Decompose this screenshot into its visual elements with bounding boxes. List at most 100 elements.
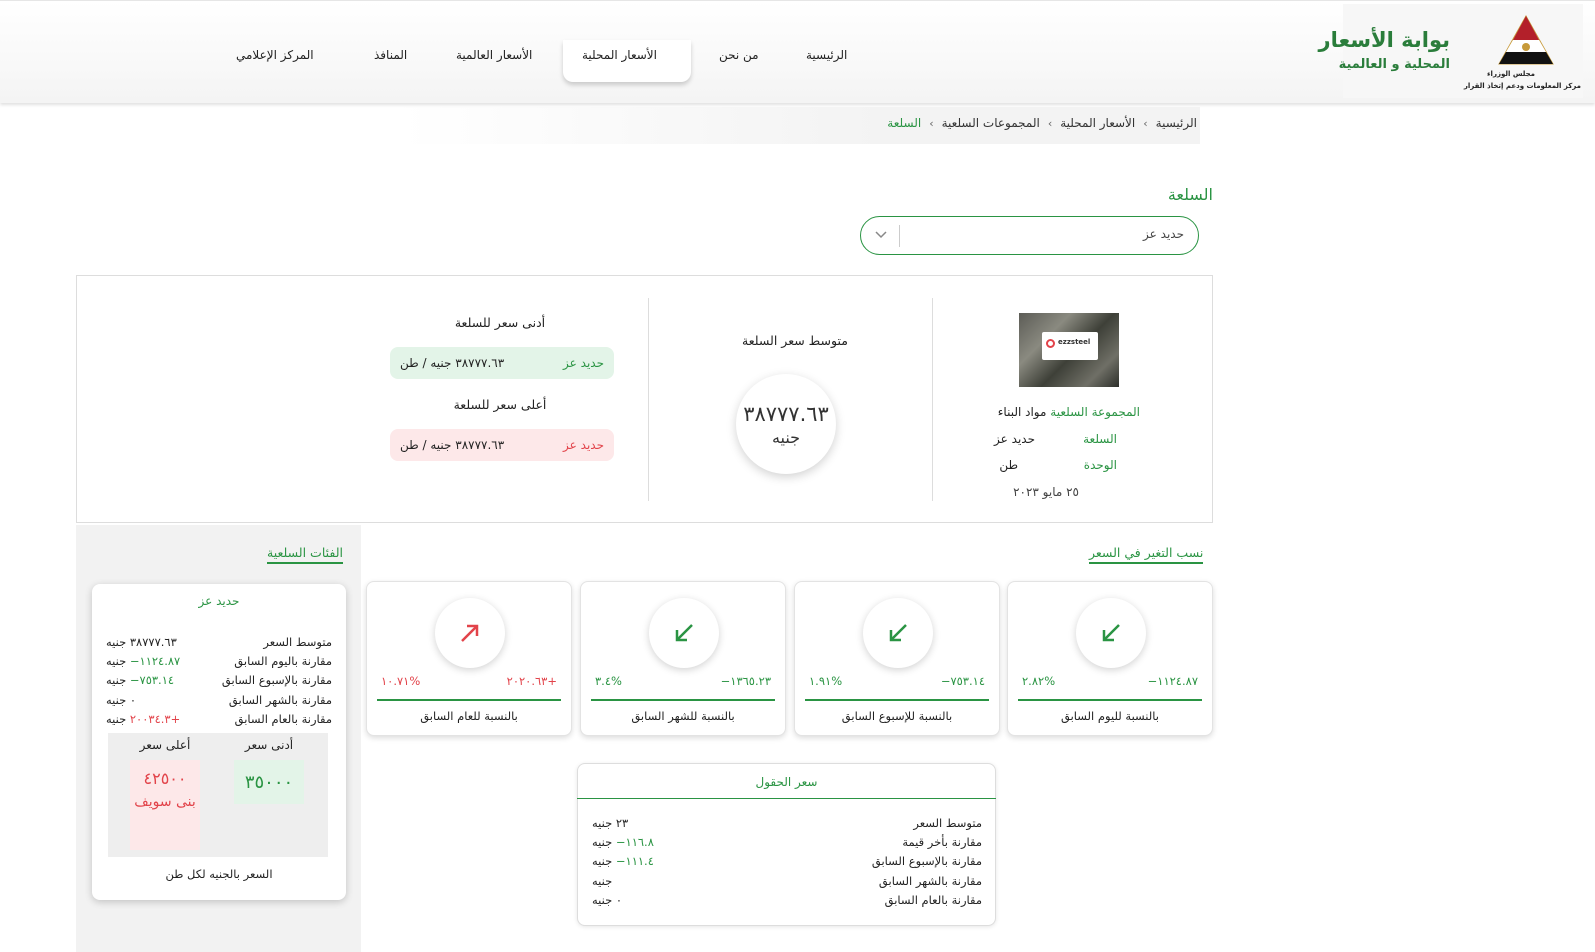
row-label: مقارنة بالإسبوع السابق <box>871 854 982 868</box>
nav-media-center[interactable]: المركز الإعلامي <box>236 48 314 62</box>
category-row: مقارنة بالعام السابق +٢٠٠٣٤.٣ جنيه <box>106 712 332 726</box>
nav-global-prices[interactable]: الأسعار العالمية <box>456 48 532 62</box>
divider <box>1018 699 1202 701</box>
categories-title[interactable]: الفئات السلعية <box>267 545 344 564</box>
change-card-month: ١٣٦٥.٢٣− %٣.٤ بالنسبة للشهر السابق <box>580 581 786 736</box>
row-label: متوسط السعر <box>263 635 332 649</box>
row-value: جنيه <box>106 673 127 687</box>
change-value: ٧٥٣.١٤− <box>940 674 985 688</box>
change-label: بالنسبة للإسبوع السابق <box>841 709 953 723</box>
max-price-pill: حديد عز ٣٨٧٧٧.٦٣ جنيه / طن <box>390 429 614 461</box>
row-label: متوسط السعر <box>913 816 982 830</box>
row-value: جنيه <box>106 712 127 726</box>
nav-outlets[interactable]: المنافذ <box>374 48 407 62</box>
category-row: متوسط السعر ٣٨٧٧٧.٦٣ جنيه <box>106 635 332 649</box>
change-card-day: ١١٢٤.٨٧− %٢.٨٢ بالنسبة لليوم السابق <box>1007 581 1213 736</box>
update-date: ٢٥ مايو ٢٠٢٣ <box>1013 485 1079 499</box>
row-label: مقارنة بالعام السابق <box>234 712 332 726</box>
breadcrumb: الرئيسية › الأسعار المحلية › المجموعات ا… <box>887 116 1197 130</box>
portal-subtitle: المحلية و العالمية <box>1338 57 1450 72</box>
nav-local-prices[interactable]: الأسعار المحلية <box>582 48 657 62</box>
row-delta: ١١٦.٨− <box>615 835 654 849</box>
fields-row: متوسط السعر ٢٣ جنيه <box>592 816 982 830</box>
trend-up-icon <box>435 598 505 668</box>
breadcrumb-current: السلعة <box>887 116 922 130</box>
divider <box>577 798 996 799</box>
change-value: ١٣٦٥.٢٣− <box>720 674 771 688</box>
row-value: ٠ جنيه <box>592 893 623 907</box>
trend-down-icon <box>649 598 719 668</box>
divider <box>932 298 933 501</box>
cabinet-emblem-icon <box>1498 14 1554 65</box>
min-price-name: حديد عز <box>563 356 604 370</box>
min-price-pill: حديد عز ٣٨٧٧٧.٦٣ جنيه / طن <box>390 347 614 379</box>
change-percent: %١٠.٧١ <box>381 674 421 688</box>
commodity-value: حديد عز <box>994 432 1035 446</box>
row-delta: ١١٢٤.٨٧− <box>129 654 181 668</box>
row-delta: +٢٠٠٣٤.٣ <box>129 712 181 726</box>
row-label: مقارنة باليوم السابق <box>234 654 332 668</box>
breadcrumb-separator-icon: › <box>929 116 934 130</box>
group-value: مواد البناء <box>997 405 1047 419</box>
category-row: مقارنة باليوم السابق ١١٢٤.٨٧− جنيه <box>106 654 332 668</box>
row-delta: ٧٥٣.١٤− <box>129 673 175 687</box>
row-label: مقارنة بأخر قيمة <box>902 835 982 849</box>
change-label: بالنسبة للشهر السابق <box>631 709 735 723</box>
fields-row: مقارنة بالإسبوع السابق ١١١.٤− جنيه <box>592 854 982 868</box>
change-value: ١١٢٤.٨٧− <box>1147 674 1198 688</box>
row-value: ٣٨٧٧٧.٦٣ جنيه <box>106 635 177 649</box>
fields-row: مقارنة بالعام السابق ٠ جنيه <box>592 893 982 907</box>
change-percent: %١.٩١ <box>809 674 843 688</box>
chevron-down-icon[interactable] <box>873 226 889 242</box>
commodity-select[interactable]: حديد عز <box>860 216 1199 255</box>
divider <box>377 699 561 701</box>
row-value: ٠ جنيه <box>106 693 137 707</box>
row-label: مقارنة بالشهر السابق <box>228 693 332 707</box>
row-delta: ١١١.٤− <box>615 854 654 868</box>
breadcrumb-home[interactable]: الرئيسية <box>1156 116 1197 130</box>
unit-label: الوحدة <box>1083 458 1117 472</box>
commodity-select-value: حديد عز <box>1143 227 1184 241</box>
portal-title: بوابة الأسعار <box>1318 28 1451 52</box>
change-card-week: ٧٥٣.١٤− %١.٩١ بالنسبة للإسبوع السابق <box>794 581 1000 736</box>
change-percent: %٢.٨٢ <box>1022 674 1056 688</box>
avg-price-value: ٣٨٧٧٧.٦٣ <box>743 401 829 426</box>
max-label: أعلى سعر <box>139 738 191 752</box>
avg-price-circle: ٣٨٧٧٧.٦٣ جنيه <box>736 374 836 474</box>
max-price-title: أعلى سعر للسلعة <box>453 397 547 412</box>
max-price-name: حديد عز <box>563 438 604 452</box>
unit-value: طن <box>999 458 1018 472</box>
min-price-value: ٣٨٧٧٧.٦٣ جنيه / طن <box>400 356 505 370</box>
row-value: جنيه <box>592 854 613 868</box>
idsc-text: مركز المعلومات ودعم إتخاذ القرار <box>1463 82 1581 90</box>
change-label: بالنسبة للعام السابق <box>420 709 518 723</box>
divider <box>805 699 989 701</box>
commodity-label: السلعة <box>1083 432 1117 446</box>
commodity-selector-label: السلعة <box>1167 185 1213 204</box>
breadcrumb-separator-icon: › <box>1047 116 1053 130</box>
trend-down-icon <box>1076 598 1146 668</box>
divider <box>648 298 649 501</box>
fields-row: مقارنة بأخر قيمة ١١٦.٨− جنيه <box>592 835 982 849</box>
max-value: ٤٢٥٠٠ <box>143 769 187 788</box>
min-value: ٣٥٠٠٠ <box>234 760 304 804</box>
change-value: +٢٠٢٠.٦٣ <box>506 674 557 688</box>
category-footer: السعر بالجنيه لكل طن <box>165 867 273 881</box>
fields-price-title: سعر الحقول <box>755 775 818 789</box>
breadcrumb-groups[interactable]: المجموعات السلعية <box>942 116 1040 130</box>
max-price-value: ٣٨٧٧٧.٦٣ جنيه / طن <box>400 438 505 452</box>
row-value: جنيه <box>592 874 613 888</box>
breadcrumb-local-prices[interactable]: الأسعار المحلية <box>1060 116 1135 130</box>
change-card-year: +٢٠٢٠.٦٣ %١٠.٧١ بالنسبة للعام السابق <box>366 581 572 736</box>
trend-down-icon <box>863 598 933 668</box>
row-value: جنيه <box>592 835 613 849</box>
category-card-title: حديد عز <box>198 594 240 608</box>
fields-row: مقارنة بالشهر السابق جنيه <box>592 874 982 888</box>
cabinet-text: مجلس الوزراء <box>1486 70 1535 78</box>
row-label: مقارنة بالشهر السابق <box>878 874 982 888</box>
nav-home[interactable]: الرئيسية <box>806 48 847 62</box>
category-row: مقارنة بالشهر السابق ٠ جنيه <box>106 693 332 707</box>
changes-title[interactable]: نسب التغير في السعر <box>1089 545 1204 564</box>
nav-about[interactable]: من نحن <box>719 48 759 62</box>
row-label: مقارنة بالعام السابق <box>884 893 982 907</box>
